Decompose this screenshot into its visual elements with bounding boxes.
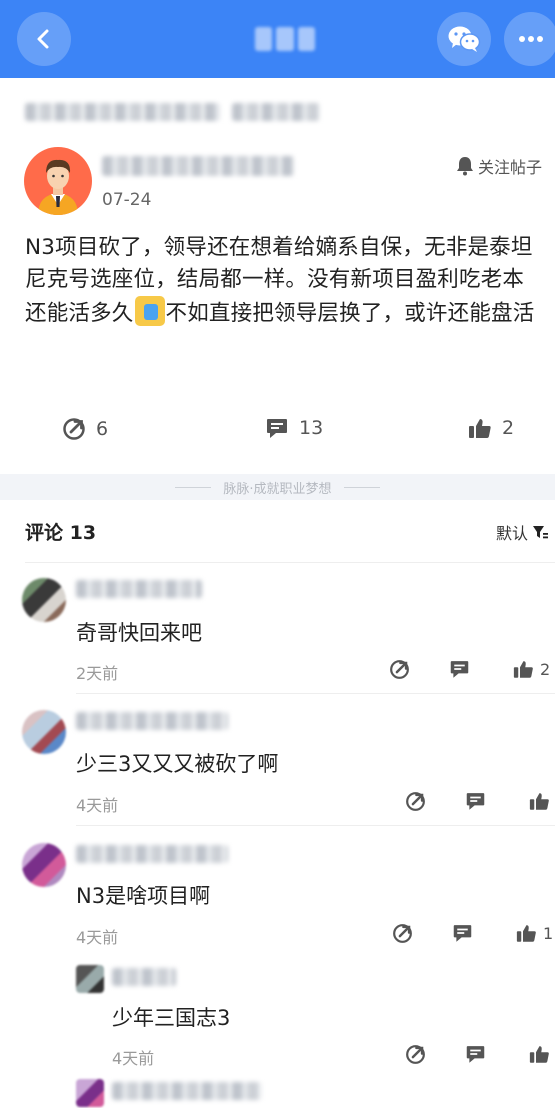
money-bag-emoji-icon — [134, 296, 165, 326]
back-button[interactable] — [17, 12, 71, 66]
thumbs-up-icon — [469, 419, 491, 438]
reply-text: 少年三国志3 — [112, 1006, 231, 1030]
commenter-name-blurred[interactable] — [76, 712, 228, 730]
commenter-name-blurred[interactable] — [76, 580, 202, 598]
comment-avatar[interactable] — [22, 578, 66, 622]
comment-time: 4天前 — [76, 928, 119, 947]
comment-like-count: 1 — [543, 923, 554, 943]
like-count: 2 — [502, 417, 515, 439]
comment-share-button[interactable] — [389, 659, 410, 680]
commenter-name-blurred[interactable] — [76, 845, 228, 863]
reply-time: 4天前 — [112, 1049, 155, 1068]
more-icon — [519, 36, 543, 42]
comment-share-button[interactable] — [405, 791, 426, 812]
reply-comment-button[interactable] — [465, 1044, 486, 1064]
comments-title: 评论 13 — [25, 522, 97, 544]
share-icon — [63, 418, 85, 440]
comment-like-count: 2 — [540, 659, 551, 679]
comment-like-button[interactable] — [529, 791, 555, 811]
share-icon — [406, 1045, 425, 1064]
follow-post-button[interactable]: 关注帖子 — [456, 154, 542, 178]
comment-reply-button[interactable] — [449, 659, 470, 679]
reply-avatar[interactable] — [76, 1079, 104, 1107]
more-button[interactable] — [504, 12, 555, 66]
sort-button[interactable]: 默认 — [496, 520, 549, 544]
divider-band: 脉脉·成就职业梦想 — [0, 474, 555, 500]
thumbs-up-icon — [529, 793, 549, 810]
comment-time: 4天前 — [76, 796, 119, 815]
share-icon — [390, 660, 409, 679]
replier-name-blurred[interactable] — [112, 968, 176, 986]
post-heading-blurred-2 — [232, 103, 320, 121]
share-count: 6 — [96, 418, 109, 440]
comment-avatar[interactable] — [22, 710, 66, 754]
thumbs-up-icon — [516, 925, 536, 942]
reply-avatar[interactable] — [76, 965, 104, 993]
post-date: 07-24 — [102, 190, 152, 210]
comment-text: 少三3又又又被砍了啊 — [76, 752, 279, 776]
chevron-left-icon — [37, 29, 49, 49]
bell-icon — [457, 157, 473, 176]
like-stat[interactable]: 2 — [468, 417, 514, 439]
divider-slogan: 脉脉·成就职业梦想 — [223, 481, 332, 497]
comment-icon — [453, 925, 472, 942]
sort-label: 默认 — [496, 524, 529, 543]
separator — [25, 562, 555, 563]
avatar-illustration — [38, 159, 78, 215]
thumbs-up-icon — [529, 1046, 549, 1063]
post-text-part2: 不如直接把领导层换了，或许还能盘活 — [165, 301, 535, 326]
comment-count: 13 — [299, 417, 324, 439]
comment-icon — [450, 661, 469, 678]
author-name-blurred[interactable] — [102, 156, 294, 176]
comment-icon — [466, 793, 485, 810]
thumbs-up-icon — [513, 661, 533, 678]
comment-text: 奇哥快回来吧 — [76, 621, 202, 645]
comment-reply-button[interactable] — [452, 923, 473, 943]
post-body: N3项目砍了，领导还在想着给嫡系自保，无非是泰坦尼克号选座位，结局都一样。没有新… — [25, 232, 540, 330]
separator — [76, 825, 555, 826]
reply-share-button[interactable] — [405, 1044, 426, 1065]
post-heading-blurred — [25, 103, 220, 121]
filter-icon — [533, 526, 549, 539]
page-title-blurred — [255, 27, 315, 51]
replier-name-blurred[interactable] — [112, 1082, 262, 1100]
comment-share-button[interactable] — [392, 923, 413, 944]
comment-time: 2天前 — [76, 664, 119, 683]
comment-reply-button[interactable] — [465, 791, 486, 811]
comment-text: N3是啥项目啊 — [76, 884, 211, 908]
share-icon — [406, 792, 425, 811]
wechat-share-button[interactable] — [437, 12, 491, 66]
separator — [76, 693, 555, 694]
follow-label: 关注帖子 — [478, 158, 543, 177]
comment-avatar[interactable] — [22, 843, 66, 887]
reply-like-button[interactable] — [529, 1044, 550, 1064]
top-bar — [0, 0, 555, 78]
comment-icon — [267, 419, 287, 438]
author-avatar[interactable] — [24, 147, 92, 215]
comment-stat[interactable]: 13 — [265, 417, 323, 439]
share-icon — [393, 924, 412, 943]
comment-like-button[interactable]: 2 — [513, 659, 550, 679]
comment-icon — [466, 1046, 485, 1063]
comment-like-button[interactable]: 1 — [516, 923, 553, 943]
share-stat[interactable]: 6 — [62, 417, 108, 441]
wechat-icon — [448, 26, 481, 52]
